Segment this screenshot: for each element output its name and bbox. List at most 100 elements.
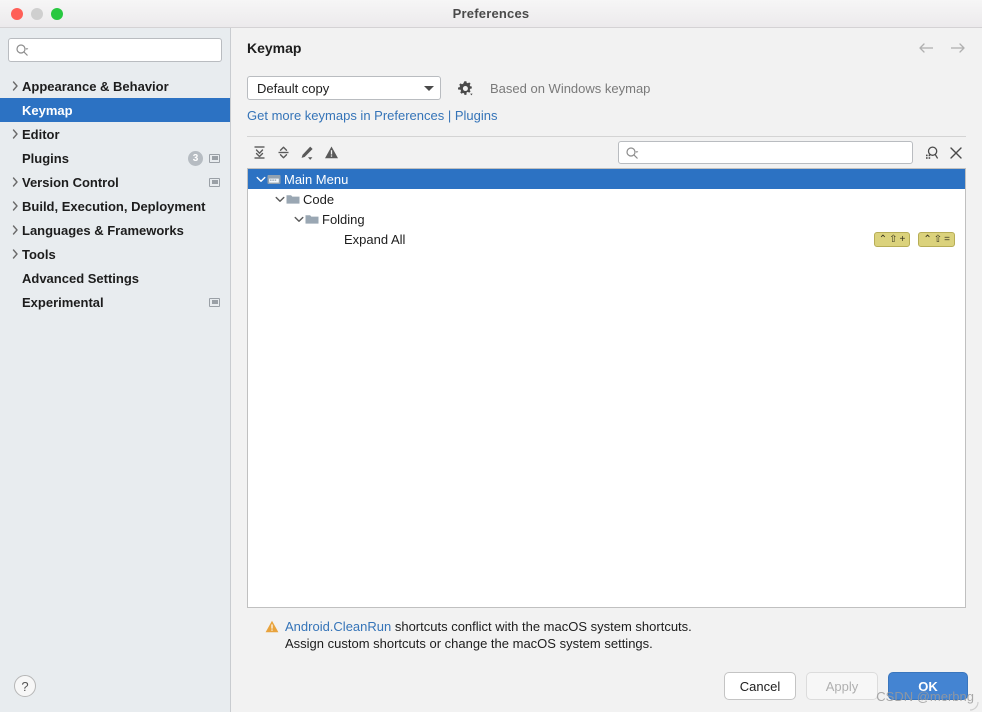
sidebar-search-input[interactable] — [32, 43, 215, 57]
sidebar-search-box[interactable] — [8, 38, 222, 62]
sidebar-item-languages-and-frameworks[interactable]: Languages & Frameworks — [0, 218, 230, 242]
settings-content: Keymap — [231, 28, 982, 712]
chevron-down-icon[interactable] — [273, 196, 286, 203]
sidebar-item-build-execution-deployment[interactable]: Build, Execution, Deployment — [0, 194, 230, 218]
tree-row-label: Main Menu — [284, 172, 348, 187]
sidebar-item-label: Experimental — [22, 295, 209, 310]
window-title: Preferences — [0, 6, 982, 21]
traffic-lights — [0, 8, 63, 20]
folder-icon — [286, 193, 303, 205]
tree-row[interactable]: Main Menu — [248, 169, 965, 189]
sidebar-item-label: Version Control — [22, 175, 209, 190]
keymap-tree-toolbar — [247, 137, 966, 168]
conflict-warning-text: Android.CleanRun shortcuts conflict with… — [285, 618, 692, 652]
settings-sidebar: Appearance & Behavior Keymap Editor Plug… — [0, 28, 231, 712]
main-menu-icon — [267, 173, 284, 186]
sidebar-item-label: Plugins — [22, 151, 188, 166]
keymap-tree[interactable]: Main Menu — [247, 168, 966, 608]
chevron-down-icon[interactable] — [254, 176, 267, 183]
chevron-down-icon — [424, 86, 434, 91]
close-button-icon[interactable] — [11, 8, 23, 20]
cancel-button[interactable]: Cancel — [724, 672, 796, 700]
conflict-warning: Android.CleanRun shortcuts conflict with… — [247, 608, 966, 660]
get-more-keymaps-row: Get more keymaps in Preferences | Plugin… — [247, 103, 966, 127]
dialog-body: Appearance & Behavior Keymap Editor Plug… — [0, 28, 982, 712]
history-nav — [918, 40, 966, 54]
plugins-update-count-badge: 3 — [188, 151, 203, 166]
settings-nav-list: Appearance & Behavior Keymap Editor Plug… — [0, 74, 230, 314]
shortcut-key: ⌃ — [879, 234, 887, 245]
chevron-right-icon — [8, 177, 22, 187]
tree-row-label: Expand All — [344, 232, 405, 247]
ok-button[interactable]: OK — [888, 672, 968, 700]
chevron-down-icon[interactable] — [292, 216, 305, 223]
keymap-tree-panel: Main Menu — [247, 136, 966, 608]
title-bar: Preferences — [0, 0, 982, 28]
page-header: Keymap — [247, 40, 966, 70]
based-on-label: Based on Windows keymap — [490, 81, 650, 96]
keymap-search-actions — [922, 143, 966, 163]
apply-button[interactable]: Apply — [806, 672, 878, 700]
gear-icon[interactable] — [457, 80, 474, 97]
tree-row[interactable]: Folding — [248, 209, 965, 229]
shortcut-key: + — [900, 234, 906, 245]
search-icon — [625, 146, 639, 160]
zoom-button-icon[interactable] — [51, 8, 63, 20]
shortcut-key: ⇧ — [889, 234, 897, 245]
help-button[interactable]: ? — [14, 675, 36, 697]
dialog-footer: Cancel Apply OK — [231, 660, 982, 712]
sidebar-item-label: Editor — [22, 127, 220, 142]
keymap-search-box[interactable] — [618, 141, 913, 164]
chevron-right-icon — [8, 129, 22, 139]
help-row: ? — [0, 660, 230, 712]
minimize-button-icon[interactable] — [31, 8, 43, 20]
search-icon — [15, 43, 29, 57]
page-title: Keymap — [247, 40, 918, 56]
chevron-right-icon — [8, 81, 22, 91]
sidebar-search-wrap — [0, 38, 230, 70]
collapse-all-icon[interactable] — [271, 141, 295, 165]
sidebar-item-label: Appearance & Behavior — [22, 79, 220, 94]
sidebar-item-editor[interactable]: Editor — [0, 122, 230, 146]
conflicting-action-link[interactable]: Android.CleanRun — [285, 619, 391, 634]
conflicts-warning-icon[interactable] — [319, 141, 343, 165]
sidebar-item-keymap[interactable]: Keymap — [0, 98, 230, 122]
sidebar-filler — [0, 314, 230, 660]
tree-row[interactable]: Code — [248, 189, 965, 209]
project-scope-icon — [209, 178, 220, 187]
warning-triangle-icon — [265, 618, 279, 638]
get-more-keymaps-link[interactable]: Get more keymaps in Preferences | Plugin… — [247, 108, 498, 123]
content-inner: Keymap — [231, 28, 982, 660]
sidebar-item-version-control[interactable]: Version Control — [0, 170, 230, 194]
sidebar-item-advanced-settings[interactable]: Advanced Settings — [0, 266, 230, 290]
sidebar-item-label: Keymap — [22, 103, 220, 118]
keymap-search-input[interactable] — [642, 146, 906, 160]
preferences-window: Preferences — [0, 0, 982, 712]
find-by-shortcut-icon[interactable] — [922, 143, 942, 163]
tree-row[interactable]: Expand All ⌃ ⇧ + ⌃ — [248, 229, 965, 249]
chevron-right-icon — [8, 201, 22, 211]
sidebar-item-label: Tools — [22, 247, 220, 262]
project-scope-icon — [209, 298, 220, 307]
close-icon[interactable] — [946, 143, 966, 163]
expand-all-icon[interactable] — [247, 141, 271, 165]
conflict-warning-line1: Android.CleanRun shortcuts conflict with… — [285, 618, 692, 635]
conflict-warning-line2: Assign custom shortcuts or change the ma… — [285, 635, 692, 652]
project-scope-icon — [209, 154, 220, 163]
keymap-select[interactable]: Default copy — [247, 76, 441, 100]
chevron-right-icon — [8, 225, 22, 235]
tree-row-label: Code — [303, 192, 334, 207]
shortcut-chip[interactable]: ⌃ ⇧ = — [918, 232, 955, 247]
sidebar-item-plugins[interactable]: Plugins 3 — [0, 146, 230, 170]
back-arrow-icon[interactable] — [918, 42, 935, 54]
shortcut-key: ⌃ — [923, 234, 931, 245]
sidebar-item-experimental[interactable]: Experimental — [0, 290, 230, 314]
sidebar-item-tools[interactable]: Tools — [0, 242, 230, 266]
edit-shortcut-pencil-icon[interactable] — [295, 141, 319, 165]
forward-arrow-icon[interactable] — [949, 42, 966, 54]
sidebar-item-appearance-and-behavior[interactable]: Appearance & Behavior — [0, 74, 230, 98]
shortcut-key: ⇧ — [934, 234, 942, 245]
keymap-select-value: Default copy — [257, 81, 424, 96]
sidebar-item-label: Advanced Settings — [22, 271, 220, 286]
shortcut-chip[interactable]: ⌃ ⇧ + — [874, 232, 911, 247]
